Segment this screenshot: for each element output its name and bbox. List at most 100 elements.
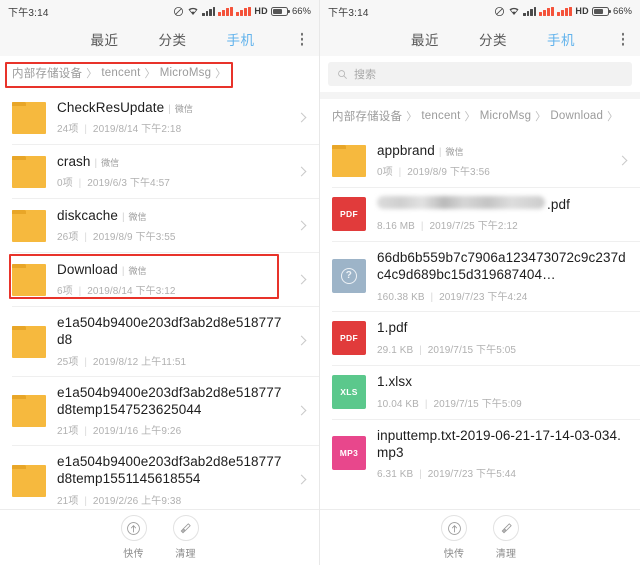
list-item[interactable]: ? 66db6b559b7c7906a123473072c9c237dc4c9d… — [320, 241, 640, 311]
list-item[interactable]: XLS 1.xlsx 10.04 KB | 2019/7/15 下午5:09 — [320, 364, 640, 419]
question-mark-icon: ? — [341, 267, 357, 284]
tag-separator: | — [438, 146, 442, 158]
list-item-sub: 24项 | 2019/8/14 下午2:18 — [57, 124, 182, 136]
list-item[interactable]: MP3 inputtemp.txt-2019-06-21-17-14-03-03… — [320, 418, 640, 489]
list-item-date: 2019/7/25 下午2:12 — [429, 221, 518, 233]
list-item-size: 29.1 KB — [377, 344, 414, 356]
tab-recent[interactable]: 最近 — [91, 29, 119, 49]
list-item-date: 2019/8/14 下午3:12 — [87, 286, 176, 298]
breadcrumb-segment-download[interactable]: Download — [550, 110, 603, 122]
breadcrumb-separator-icon: 〉 — [535, 111, 547, 123]
folder-icon — [12, 100, 46, 134]
list-item-date: 2019/2/26 上午9:38 — [92, 495, 182, 507]
list-item-sub: 10.04 KB | 2019/7/15 下午5:09 — [377, 398, 522, 410]
breadcrumb-segment-tencent[interactable]: tencent — [101, 67, 140, 79]
breadcrumb-separator-icon: 〉 — [215, 68, 227, 80]
list-item[interactable]: crash | 微信 0项 | 2019/6/3 下午4:57 — [0, 144, 319, 198]
breadcrumb-separator-icon: 〉 — [144, 68, 156, 80]
list-item[interactable]: CheckResUpdate | 微信 24项 | 2019/8/14 下午2:… — [0, 90, 319, 144]
chevron-right-icon[interactable] — [293, 474, 309, 485]
list-item-tag: 微信 — [101, 157, 120, 168]
breadcrumb-segment-micromsg[interactable]: MicroMsg — [160, 67, 211, 79]
search-input[interactable]: 搜索 — [328, 62, 632, 86]
breadcrumb-container-right: 内部存储设备 〉 tencent 〉 MicroMsg 〉 Download 〉 — [320, 99, 640, 133]
breadcrumb-segment-tencent[interactable]: tencent — [421, 110, 460, 122]
quick-transfer-icon — [441, 515, 467, 541]
list-item[interactable]: PDF 1.pdf 29.1 KB | 2019/7/15 下午5:05 — [320, 310, 640, 365]
clean-label: 清理 — [175, 549, 196, 560]
folder-icon — [12, 324, 46, 358]
list-item-name: CheckResUpdate — [57, 99, 165, 115]
chevron-right-icon[interactable] — [293, 166, 309, 176]
list-item[interactable]: appbrand | 微信 0项 | 2019/8/9 下午3:56 — [320, 133, 640, 187]
quick-transfer-button[interactable]: 快传 — [441, 515, 467, 560]
breadcrumb-separator-icon: 〉 — [86, 68, 98, 80]
list-item-size: 8.16 MB — [377, 221, 415, 233]
mute-icon — [495, 6, 505, 16]
list-item-date: 2019/8/9 下午3:56 — [407, 167, 490, 179]
list-item-sub: 25项 | 2019/8/12 上午11:51 — [57, 356, 187, 368]
list-item-meta: inputtemp.txt-2019-06-21-17-14-03-034.mp… — [377, 427, 630, 481]
list-item-name: .pdf — [547, 196, 570, 212]
signal-icon — [523, 6, 537, 16]
list-item-meta: CheckResUpdate | 微信 24项 | 2019/8/14 下午2:… — [57, 99, 287, 135]
breadcrumb-right[interactable]: 内部存储设备 〉 tencent 〉 MicroMsg 〉 Download 〉 — [320, 99, 640, 133]
tab-phone[interactable]: 手机 — [547, 29, 575, 49]
breadcrumb-separator-icon: 〉 — [607, 111, 619, 123]
breadcrumb-segment-storage[interactable]: 内部存储设备 — [12, 65, 82, 81]
list-item-meta: .pdf 8.16 MB | 2019/7/25 下午2:12 — [377, 195, 630, 233]
folder-icon — [12, 463, 46, 497]
more-options-icon[interactable] — [618, 29, 629, 50]
redacted-filename-blur — [377, 195, 545, 209]
list-item-count: 21项 — [57, 495, 79, 507]
list-item-name: e1a504b9400e203df3ab2d8e518777d8 — [57, 315, 282, 348]
search-icon — [338, 69, 347, 79]
tab-category[interactable]: 分类 — [479, 29, 507, 49]
section-divider — [320, 92, 640, 99]
clean-button[interactable]: 清理 — [172, 515, 199, 560]
list-item[interactable]: diskcache | 微信 26项 | 2019/8/9 下午3:55 — [0, 198, 319, 252]
sim2-icon — [557, 6, 573, 16]
hd-label: HD — [254, 6, 268, 16]
list-item[interactable]: e1a504b9400e203df3ab2d8e518777d8 25项 | 2… — [0, 306, 319, 376]
list-item[interactable]: PDF .pdf 8.16 MB | 2019/7/25 下午2:12 — [320, 187, 640, 241]
list-item-download[interactable]: Download | 微信 6项 | 2019/8/14 下午3:12 — [0, 252, 319, 306]
signal-icon — [202, 6, 216, 16]
list-item-sub: 0项 | 2019/6/3 下午4:57 — [57, 178, 170, 190]
tab-phone[interactable]: 手机 — [227, 29, 255, 49]
list-item-date: 2019/8/12 上午11:51 — [92, 356, 187, 368]
list-item-date: 2019/7/23 下午4:24 — [439, 291, 528, 303]
file-list-left[interactable]: CheckResUpdate | 微信 24项 | 2019/8/14 下午2:… — [0, 90, 319, 509]
list-item-tag: 微信 — [445, 146, 464, 157]
list-item-name: inputtemp.txt-2019-06-21-17-14-03-034.mp… — [377, 427, 621, 460]
list-item-tag: 微信 — [174, 103, 193, 114]
list-item-meta: e1a504b9400e203df3ab2d8e518777d8temp1547… — [57, 384, 287, 438]
battery-icon — [591, 6, 611, 16]
list-item-meta: e1a504b9400e203df3ab2d8e518777d8temp1551… — [57, 453, 287, 507]
chevron-right-icon[interactable] — [293, 335, 309, 346]
tab-category[interactable]: 分类 — [159, 29, 187, 49]
chevron-right-icon[interactable] — [293, 220, 309, 230]
breadcrumb-segment-storage[interactable]: 内部存储设备 — [332, 108, 402, 124]
clean-button[interactable]: 清理 — [493, 515, 519, 560]
chevron-right-icon[interactable] — [614, 155, 630, 165]
list-item-count: 6项 — [57, 286, 73, 298]
pdf-file-icon: PDF — [332, 197, 366, 231]
sim1-icon — [218, 6, 234, 16]
chevron-right-icon[interactable] — [293, 112, 309, 122]
list-item-sub: 29.1 KB | 2019/7/15 下午5:05 — [377, 344, 517, 356]
quick-transfer-button[interactable]: 快传 — [120, 515, 147, 560]
file-list-right[interactable]: appbrand | 微信 0项 | 2019/8/9 下午3:56 PDF .… — [320, 133, 640, 509]
list-item[interactable]: e1a504b9400e203df3ab2d8e518777d8temp1551… — [0, 445, 319, 509]
chevron-right-icon[interactable] — [293, 274, 309, 284]
tab-recent[interactable]: 最近 — [411, 29, 439, 49]
list-item-meta: 66db6b559b7c7906a123473072c9c237dc4c9d68… — [377, 249, 630, 303]
clean-label: 清理 — [495, 549, 517, 560]
list-item[interactable]: e1a504b9400e203df3ab2d8e518777d8temp1547… — [0, 375, 319, 446]
breadcrumb-left[interactable]: 内部存储设备 〉 tencent 〉 MicroMsg 〉 — [0, 56, 319, 90]
more-options-icon[interactable] — [297, 29, 308, 50]
list-item-date: 2019/8/14 下午2:18 — [92, 124, 182, 136]
list-item-name: Download — [57, 261, 118, 277]
chevron-right-icon[interactable] — [293, 405, 309, 416]
breadcrumb-segment-micromsg[interactable]: MicroMsg — [480, 110, 531, 122]
